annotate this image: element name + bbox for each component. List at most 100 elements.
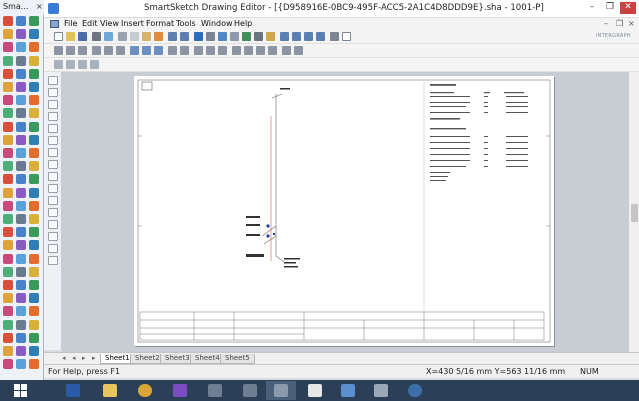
palette-tool-icon[interactable]	[29, 95, 39, 106]
palette-tool-icon[interactable]	[3, 346, 13, 356]
palette-tool-icon[interactable]	[16, 227, 26, 238]
palette-tool-icon[interactable]	[3, 187, 13, 198]
palette-tool-icon[interactable]	[29, 174, 39, 185]
palette-tool-icon[interactable]	[29, 82, 39, 92]
palette-tool-icon[interactable]	[16, 359, 26, 370]
copy-icon[interactable]	[130, 32, 139, 41]
tab-prev-icon[interactable]: ◂	[72, 354, 76, 362]
palette-tool-icon[interactable]	[29, 214, 39, 224]
palette-tool-icon[interactable]	[16, 55, 26, 66]
mirror-icon[interactable]	[142, 46, 151, 55]
curve-tool-icon[interactable]	[48, 160, 58, 169]
palette-tool-icon[interactable]	[16, 306, 26, 317]
taskbar-file-explorer[interactable]	[95, 381, 125, 400]
palette-tool-icon[interactable]	[16, 148, 26, 158]
palette-tool-icon[interactable]	[16, 332, 26, 343]
dimension-icon[interactable]	[282, 46, 291, 55]
palette-tool-icon[interactable]	[3, 200, 13, 211]
circle-tool-icon[interactable]	[48, 124, 58, 133]
palette-tool-icon[interactable]	[16, 121, 26, 132]
palette-tool-icon[interactable]	[3, 121, 13, 132]
palette-tool-icon[interactable]	[29, 359, 39, 370]
split-icon[interactable]	[218, 46, 227, 55]
palette-tool-icon[interactable]	[3, 266, 13, 277]
select-overlap-icon[interactable]	[90, 60, 99, 69]
tab-last-icon[interactable]: ▸	[92, 354, 96, 362]
paste-icon[interactable]	[142, 32, 151, 41]
palette-tool-icon[interactable]	[29, 293, 39, 304]
palette-tool-icon[interactable]	[16, 108, 26, 119]
label-tool-icon[interactable]	[48, 208, 58, 217]
redo-icon[interactable]	[180, 32, 189, 41]
taskbar-network-app[interactable]	[333, 381, 363, 400]
palette-tool-icon[interactable]	[29, 200, 39, 211]
palette-tool-icon[interactable]	[29, 319, 39, 330]
menu-tools[interactable]: Tools	[176, 19, 196, 28]
tab-sheet5[interactable]: Sheet5	[220, 354, 255, 364]
line-tool-icon[interactable]	[48, 88, 58, 97]
fit-icon[interactable]	[316, 32, 325, 41]
minimize-button[interactable]: –	[584, 2, 600, 14]
palette-tool-icon[interactable]	[16, 134, 26, 145]
palette-tool-icon[interactable]	[3, 42, 13, 53]
select-tool-icon[interactable]	[48, 76, 58, 85]
save-icon[interactable]	[78, 32, 87, 41]
new-icon[interactable]	[54, 32, 63, 41]
palette-tool-icon[interactable]	[3, 148, 13, 158]
grid-icon[interactable]	[254, 32, 263, 41]
help-pointer-icon[interactable]	[342, 32, 351, 41]
select-inside-icon[interactable]	[66, 60, 75, 69]
palette-tool-icon[interactable]	[16, 319, 26, 330]
distribute-icon[interactable]	[92, 46, 101, 55]
image-tool-icon[interactable]	[48, 232, 58, 241]
restore-button[interactable]: ❐	[602, 2, 618, 14]
palette-tool-icon[interactable]	[3, 359, 13, 370]
palette-tool-icon[interactable]	[29, 346, 39, 356]
palette-tool-icon[interactable]	[3, 319, 13, 330]
ellipse-tool-icon[interactable]	[48, 148, 58, 157]
palette-tool-icon[interactable]	[29, 108, 39, 119]
hatch-tool-icon[interactable]	[48, 244, 58, 253]
menu-insert[interactable]: Insert	[121, 19, 144, 28]
palette-tool-icon[interactable]	[3, 306, 13, 317]
align-right-icon[interactable]	[78, 46, 87, 55]
taskbar-smartsketch-2[interactable]	[235, 381, 265, 400]
polygon-tool-icon[interactable]	[48, 172, 58, 181]
taskbar-smartsketch-3[interactable]	[266, 381, 296, 400]
palette-tool-icon[interactable]	[29, 134, 39, 145]
relationship-icon[interactable]	[206, 32, 215, 41]
dimension-tool-icon[interactable]	[48, 196, 58, 205]
arc-tool-icon[interactable]	[48, 136, 58, 145]
scale-icon[interactable]	[154, 46, 163, 55]
palette-tool-icon[interactable]	[16, 200, 26, 211]
trim-icon[interactable]	[194, 46, 203, 55]
palette-tool-icon[interactable]	[16, 187, 26, 198]
menu-view[interactable]: View	[100, 19, 119, 28]
mdi-minimize-button[interactable]: –	[604, 19, 608, 28]
palette-tool-icon[interactable]	[3, 227, 13, 238]
palette-tool-icon[interactable]	[3, 240, 13, 251]
print-icon[interactable]	[92, 32, 101, 41]
tab-next-icon[interactable]: ▸	[82, 354, 86, 362]
annotation-icon[interactable]	[294, 46, 303, 55]
align-icon[interactable]	[54, 46, 63, 55]
palette-tool-icon[interactable]	[3, 108, 13, 119]
chamfer-icon[interactable]	[244, 46, 253, 55]
palette-tool-icon[interactable]	[3, 280, 13, 290]
palette-tool-icon[interactable]	[29, 240, 39, 251]
palette-tool-icon[interactable]	[3, 55, 13, 66]
palette-tool-icon[interactable]	[29, 187, 39, 198]
menu-format[interactable]: Format	[146, 19, 174, 28]
palette-tool-icon[interactable]	[29, 161, 39, 172]
palette-tool-icon[interactable]	[3, 293, 13, 304]
measure-tool-icon[interactable]	[48, 256, 58, 265]
palette-tool-icon[interactable]	[3, 16, 13, 26]
cut-icon[interactable]	[118, 32, 127, 41]
palette-tool-icon[interactable]	[3, 253, 13, 264]
align-center-icon[interactable]	[66, 46, 75, 55]
select-filter-icon[interactable]	[54, 60, 63, 69]
palette-tool-icon[interactable]	[3, 95, 13, 106]
send-back-icon[interactable]	[180, 46, 189, 55]
taskbar-key-app[interactable]	[130, 381, 160, 400]
palette-tool-icon[interactable]	[29, 280, 39, 290]
